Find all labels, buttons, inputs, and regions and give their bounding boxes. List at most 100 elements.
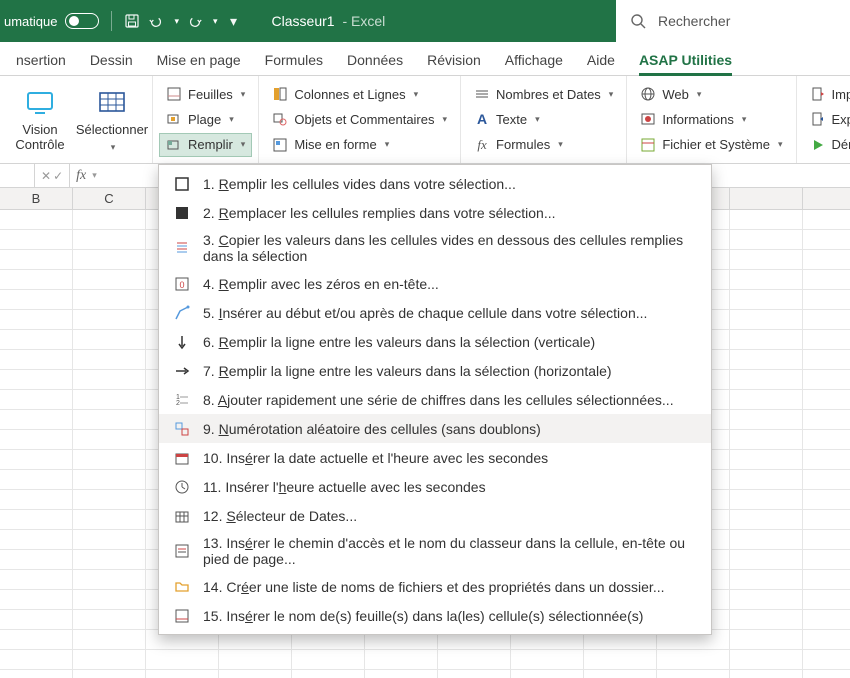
cell[interactable] xyxy=(0,310,73,329)
cell[interactable] xyxy=(73,370,146,389)
cell[interactable] xyxy=(730,630,803,649)
cell[interactable] xyxy=(657,670,730,678)
cell[interactable] xyxy=(73,410,146,429)
accept-formula-icon[interactable]: ✓ xyxy=(53,169,63,183)
cell[interactable] xyxy=(730,230,803,249)
menu-item-11[interactable]: 11. Insérer l'heure actuelle avec les se… xyxy=(159,472,711,501)
cell[interactable] xyxy=(0,350,73,369)
tab-affichage[interactable]: Affichage xyxy=(493,45,575,75)
cell[interactable] xyxy=(0,510,73,529)
cell[interactable] xyxy=(730,350,803,369)
cell[interactable] xyxy=(803,390,850,409)
cell[interactable] xyxy=(803,530,850,549)
cell[interactable] xyxy=(803,410,850,429)
cell[interactable] xyxy=(219,650,292,669)
cell[interactable] xyxy=(730,310,803,329)
menu-item-1[interactable]: 1. Remplir les cellules vides dans votre… xyxy=(159,169,711,198)
cell[interactable] xyxy=(0,670,73,678)
cell[interactable] xyxy=(0,210,73,229)
cell[interactable] xyxy=(730,590,803,609)
menu-item-2[interactable]: 2. Remplacer les cellules remplies dans … xyxy=(159,198,711,227)
cell[interactable] xyxy=(73,310,146,329)
cell[interactable] xyxy=(146,670,219,678)
cell[interactable] xyxy=(219,670,292,678)
cell[interactable] xyxy=(0,650,73,669)
tab-nsertion[interactable]: nsertion xyxy=(4,45,78,75)
cell[interactable] xyxy=(730,250,803,269)
search-box[interactable]: Rechercher xyxy=(615,0,850,42)
menu-item-4[interactable]: 04. Remplir avec les zéros en en-tête... xyxy=(159,269,711,298)
importer-button[interactable]: Importer▾ xyxy=(803,82,850,106)
cell[interactable] xyxy=(438,670,511,678)
cell[interactable] xyxy=(730,670,803,678)
tab-révision[interactable]: Révision xyxy=(415,45,493,75)
nombres-dates-button[interactable]: Nombres et Dates▾ xyxy=(467,82,620,106)
cell[interactable] xyxy=(803,310,850,329)
cell[interactable] xyxy=(730,510,803,529)
fichier-systeme-button[interactable]: Fichier et Système▾ xyxy=(633,133,789,157)
cell[interactable] xyxy=(73,270,146,289)
fx-label[interactable]: fx xyxy=(70,168,92,184)
save-icon[interactable] xyxy=(124,13,140,29)
colonnes-lignes-button[interactable]: Colonnes et Lignes▾ xyxy=(265,82,454,106)
cell[interactable] xyxy=(292,650,365,669)
cell[interactable] xyxy=(803,230,850,249)
menu-item-12[interactable]: 12. Sélecteur de Dates... xyxy=(159,501,711,530)
cell[interactable] xyxy=(73,350,146,369)
cell[interactable] xyxy=(730,290,803,309)
menu-item-7[interactable]: 7. Remplir la ligne entre les valeurs da… xyxy=(159,356,711,385)
tab-mise-en-page[interactable]: Mise en page xyxy=(145,45,253,75)
cell[interactable] xyxy=(511,650,584,669)
undo-icon[interactable] xyxy=(148,13,164,29)
cell[interactable] xyxy=(73,530,146,549)
cell[interactable] xyxy=(0,610,73,629)
cell[interactable] xyxy=(0,230,73,249)
cell[interactable] xyxy=(73,470,146,489)
cell[interactable] xyxy=(803,330,850,349)
undo-dropdown-caret[interactable]: ▾ xyxy=(174,16,179,27)
cell[interactable] xyxy=(0,330,73,349)
cell[interactable] xyxy=(730,410,803,429)
cell[interactable] xyxy=(73,450,146,469)
cell[interactable] xyxy=(803,630,850,649)
vision-controle-button[interactable]: VisionContrôle xyxy=(6,80,74,159)
cell[interactable] xyxy=(73,250,146,269)
cell[interactable] xyxy=(73,610,146,629)
cell[interactable] xyxy=(730,610,803,629)
cell[interactable] xyxy=(803,510,850,529)
cell[interactable] xyxy=(73,510,146,529)
cell[interactable] xyxy=(803,590,850,609)
remplir-button[interactable]: Remplir▾ xyxy=(159,133,252,157)
cell[interactable] xyxy=(730,330,803,349)
web-button[interactable]: Web▾ xyxy=(633,82,789,106)
cell[interactable] xyxy=(0,490,73,509)
cell[interactable] xyxy=(803,370,850,389)
cell[interactable] xyxy=(730,470,803,489)
cell[interactable] xyxy=(0,290,73,309)
menu-item-15[interactable]: 15. Insérer le nom de(s) feuille(s) dans… xyxy=(159,601,711,630)
cell[interactable] xyxy=(803,610,850,629)
cell[interactable] xyxy=(803,570,850,589)
cell[interactable] xyxy=(0,390,73,409)
autosave-toggle[interactable] xyxy=(65,13,99,29)
menu-item-8[interactable]: 128. Ajouter rapidement une série de chi… xyxy=(159,385,711,414)
cell[interactable] xyxy=(365,670,438,678)
cell[interactable] xyxy=(0,430,73,449)
cell[interactable] xyxy=(0,630,73,649)
cell[interactable] xyxy=(0,550,73,569)
cell[interactable] xyxy=(0,570,73,589)
menu-item-5[interactable]: 5. Insérer au début et/ou après de chaqu… xyxy=(159,298,711,327)
cell[interactable] xyxy=(0,450,73,469)
cell[interactable] xyxy=(73,650,146,669)
cell[interactable] xyxy=(73,430,146,449)
cell[interactable] xyxy=(511,670,584,678)
cell[interactable] xyxy=(730,270,803,289)
qat-customize-icon[interactable]: ▾ xyxy=(226,13,242,29)
cell[interactable] xyxy=(73,330,146,349)
mise-en-forme-button[interactable]: Mise en forme▾ xyxy=(265,133,454,157)
cell[interactable] xyxy=(365,650,438,669)
cell[interactable] xyxy=(73,630,146,649)
cell[interactable] xyxy=(730,570,803,589)
tab-asap-utilities[interactable]: ASAP Utilities xyxy=(627,45,744,75)
cell[interactable] xyxy=(657,650,730,669)
